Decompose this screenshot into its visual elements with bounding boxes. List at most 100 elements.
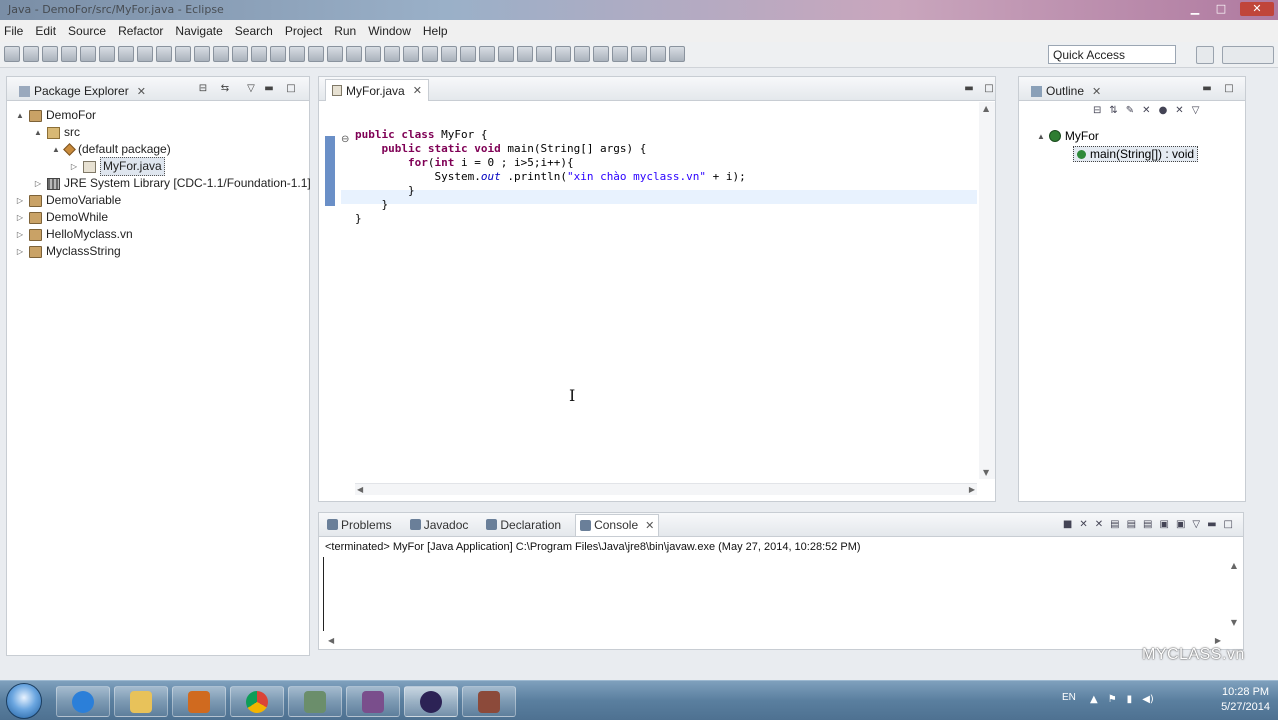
expand-icon[interactable]: ▲ [1037,132,1045,141]
vertical-scrollbar[interactable]: ▲ ▼ [979,102,995,479]
toolbar-button-icon[interactable] [327,46,343,62]
expand-toggle-icon[interactable]: ▷ [15,226,25,243]
expand-toggle-icon[interactable]: ▲ [33,124,43,141]
hide-nonpublic-icon[interactable]: ● [1159,105,1168,116]
java-perspective-button[interactable] [1222,46,1274,64]
toolbar-button-icon[interactable] [536,46,552,62]
minimize-button[interactable]: ▁ [1184,2,1206,16]
system-clock[interactable]: 10:28 PM 5/27/2014 [1221,685,1270,715]
horizontal-scrollbar[interactable]: ◀ ▶ [355,483,977,495]
maximize-view-icon[interactable]: □ [1224,519,1233,530]
tree-item[interactable]: ▷ DemoVariable [15,192,121,209]
maximize-button[interactable]: □ [1210,2,1232,16]
scroll-down-icon[interactable]: ▼ [983,468,989,477]
taskbar-explorer[interactable] [114,686,168,717]
toolbar-button-icon[interactable] [650,46,666,62]
hide-local-types-icon[interactable]: ✕ [1175,105,1183,116]
tab-console[interactable]: Console ✕ [575,513,660,536]
collapse-all-icon[interactable]: ⊟ [1093,105,1101,116]
toolbar-button-icon[interactable] [631,46,647,62]
toolbar-button-icon[interactable] [99,46,115,62]
console-output[interactable]: ▲ ▼ ◀ ▶ [323,557,1237,645]
menu-project[interactable]: Project [285,24,322,38]
toolbar-button-icon[interactable] [422,46,438,62]
toolbar-button-icon[interactable] [384,46,400,62]
start-button[interactable] [6,683,42,719]
taskbar-media[interactable] [172,686,226,717]
close-icon[interactable]: ✕ [1092,85,1101,98]
taskbar-ie[interactable] [56,686,110,717]
close-icon[interactable]: ✕ [645,519,654,532]
expand-toggle-icon[interactable]: ▷ [15,192,25,209]
toolbar-button-icon[interactable] [365,46,381,62]
tab-myfor-java[interactable]: MyFor.java ✕ [325,79,429,101]
menu-source[interactable]: Source [68,24,106,38]
language-indicator[interactable]: EN [1062,692,1076,703]
view-menu-icon[interactable]: ▽ [245,83,257,94]
expand-toggle-icon[interactable]: ▷ [33,175,43,192]
link-with-editor-icon[interactable]: ⇆ [219,83,231,94]
hide-fields-icon[interactable]: ✎ [1126,105,1134,116]
open-perspective-icon[interactable] [1196,46,1214,64]
tree-item[interactable]: ▲ (default package) [51,141,171,158]
taskbar-chrome[interactable] [230,686,284,717]
tree-item[interactable]: ▲ src [33,124,80,141]
toolbar-button-icon[interactable] [612,46,628,62]
scroll-right-icon[interactable]: ▶ [1215,636,1221,645]
maximize-view-icon[interactable]: □ [983,83,995,94]
toolbar-button-icon[interactable] [194,46,210,62]
toolbar-button-icon[interactable] [460,46,476,62]
quick-access-input[interactable]: Quick Access [1048,45,1176,64]
minimize-view-icon[interactable]: ▬ [263,83,275,94]
maximize-view-icon[interactable]: □ [285,83,297,94]
toolbar-button-icon[interactable] [479,46,495,62]
scroll-left-icon[interactable]: ◀ [328,636,334,645]
tree-item[interactable]: ▲ DemoFor [15,107,96,124]
menu-help[interactable]: Help [423,24,448,38]
toolbar-button-icon[interactable] [308,46,324,62]
show-hidden-icons-icon[interactable]: ▲ [1090,694,1098,705]
scroll-down-icon[interactable]: ▼ [1231,618,1237,627]
terminate-icon[interactable]: ■ [1063,519,1072,530]
toolbar-button-icon[interactable] [42,46,58,62]
toolbar-button-icon[interactable] [23,46,39,62]
taskbar-app-2[interactable] [346,686,400,717]
close-window-button[interactable]: ✕ [1240,2,1274,16]
toolbar-button-icon[interactable] [175,46,191,62]
toolbar-button-icon[interactable] [232,46,248,62]
taskbar-app-1[interactable] [288,686,342,717]
scroll-lock-icon[interactable]: ▤ [1127,519,1136,530]
toolbar-button-icon[interactable] [270,46,286,62]
pin-console-icon[interactable]: ▣ [1159,519,1168,530]
toolbar-button-icon[interactable] [517,46,533,62]
close-icon[interactable]: ✕ [413,84,422,97]
toolbar-button-icon[interactable] [669,46,685,62]
expand-toggle-icon[interactable]: ▲ [51,141,61,158]
toolbar-button-icon[interactable] [593,46,609,62]
volume-icon[interactable]: ◀) [1142,694,1154,705]
clear-console-icon[interactable]: ▤ [1110,519,1119,530]
collapse-all-icon[interactable]: ⊟ [197,83,209,94]
code-text[interactable]: public class MyFor { public static void … [355,128,746,226]
code-editor[interactable]: ⊖ public class MyFor { public static voi… [319,102,995,501]
toolbar-button-icon[interactable] [4,46,20,62]
expand-toggle-icon[interactable]: ▷ [15,209,25,226]
action-center-icon[interactable]: ⚑ [1108,694,1117,705]
minimize-view-icon[interactable]: ▬ [1201,83,1213,94]
open-console-icon[interactable]: ▽ [1192,519,1200,530]
toolbar-button-icon[interactable] [574,46,590,62]
maximize-view-icon[interactable]: □ [1223,83,1235,94]
scroll-up-icon[interactable]: ▲ [983,104,989,113]
toolbar-button-icon[interactable] [403,46,419,62]
minimize-view-icon[interactable]: ▬ [1207,519,1216,530]
toolbar-button-icon[interactable] [251,46,267,62]
menu-run[interactable]: Run [334,24,356,38]
expand-toggle-icon[interactable]: ▲ [15,107,25,124]
toolbar-button-icon[interactable] [61,46,77,62]
scroll-up-icon[interactable]: ▲ [1231,561,1237,570]
outline-class-node[interactable]: ▲ MyFor [1037,129,1099,143]
tree-item[interactable]: ▷ MyclassString [15,243,121,260]
tree-item[interactable]: ▷ HelloMyclass.vn [15,226,133,243]
outline-method-node[interactable]: main(String[]) : void [1073,146,1199,162]
display-console-icon[interactable]: ▣ [1176,519,1185,530]
